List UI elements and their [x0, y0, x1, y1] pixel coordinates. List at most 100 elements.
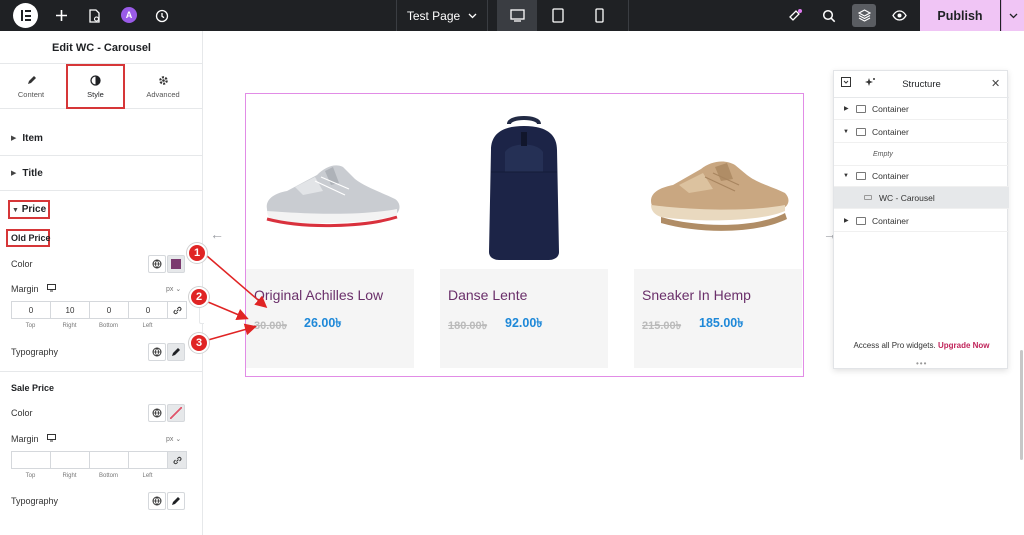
- gear-icon: [158, 75, 168, 85]
- carousel-prev-arrow-icon[interactable]: ←: [210, 226, 224, 242]
- tablet-icon[interactable]: [538, 0, 578, 31]
- product-title[interactable]: Sneaker In Hemp: [642, 287, 751, 303]
- mobile-icon[interactable]: [579, 0, 619, 31]
- ai-icon[interactable]: A: [121, 7, 137, 23]
- tab-content[interactable]: Content: [1, 64, 61, 109]
- product-title[interactable]: Danse Lente: [448, 287, 527, 303]
- no-color-icon: [170, 407, 182, 419]
- caret-right-icon: ▶: [11, 135, 17, 142]
- upgrade-now-link[interactable]: Upgrade Now: [938, 341, 990, 350]
- sale-price-color-swatch[interactable]: [167, 404, 185, 422]
- old-price-heading: Old Price: [11, 233, 51, 243]
- sale-price-typography-label: Typography: [11, 496, 59, 506]
- top-bar: A Test Page Publish: [0, 0, 1024, 31]
- margin-bottom-input[interactable]: [89, 451, 128, 469]
- tab-advanced-label: Advanced: [146, 89, 180, 99]
- section-item[interactable]: ▶ Item: [0, 121, 203, 156]
- margin-top-input[interactable]: [11, 451, 50, 469]
- product-card[interactable]: Danse Lente 180.00৳ 92.00৳: [440, 104, 608, 368]
- margin-bottom-input[interactable]: 0: [89, 301, 128, 319]
- elementor-logo-icon[interactable]: [13, 3, 38, 28]
- old-price: 30.00৳: [254, 320, 288, 332]
- section-title[interactable]: ▶ Title: [0, 156, 203, 191]
- tab-advanced[interactable]: Advanced: [133, 64, 193, 109]
- sale-price-color-label: Color: [11, 408, 33, 418]
- structure-item[interactable]: ▶ Container: [834, 210, 1009, 232]
- page-selector[interactable]: Test Page: [397, 0, 487, 31]
- drag-handle-icon[interactable]: •••: [916, 359, 927, 368]
- sneaker-tan-icon[interactable]: [634, 104, 802, 269]
- preview-icon[interactable]: [884, 0, 914, 31]
- globe-icon[interactable]: [148, 404, 166, 422]
- tab-style-label: Style: [87, 89, 104, 99]
- structure-item-selected[interactable]: WC - Carousel: [834, 187, 1009, 209]
- margin-top-input[interactable]: 0: [11, 301, 50, 319]
- section-price[interactable]: ▼ Price: [12, 204, 46, 215]
- product-card[interactable]: Sneaker In Hemp 215.00৳ 185.00৳: [634, 104, 802, 368]
- chevron-down-icon: [468, 13, 477, 18]
- sneaker-white-icon[interactable]: [246, 104, 414, 269]
- structure-title: Structure: [902, 79, 941, 90]
- structure-header: Structure ✕: [834, 71, 1009, 98]
- plus-icon[interactable]: [49, 0, 73, 31]
- backpack-icon[interactable]: [440, 104, 608, 269]
- publish-options-button[interactable]: [1001, 0, 1024, 31]
- divider: [487, 0, 488, 31]
- caret-down-icon: ▼: [12, 207, 19, 214]
- sale-price-margin-label: Margin: [11, 434, 57, 444]
- container-icon: [856, 127, 866, 136]
- globe-icon[interactable]: [148, 492, 166, 510]
- wc-carousel[interactable]: Original Achilles Low 30.00৳ 26.00৳ Dans…: [245, 93, 804, 377]
- old-price-color-label: Color: [11, 259, 33, 269]
- caret-down-icon: ▼: [843, 173, 849, 179]
- color-swatch: [171, 259, 181, 269]
- margin-left-input[interactable]: [128, 451, 167, 469]
- tab-style[interactable]: Style: [66, 64, 125, 109]
- edit-typography-icon[interactable]: [167, 492, 185, 510]
- old-price: 180.00৳: [448, 320, 488, 332]
- structure-icon[interactable]: [852, 4, 876, 27]
- contrast-icon: [90, 74, 101, 86]
- publish-button[interactable]: Publish: [920, 0, 1000, 31]
- desktop-icon[interactable]: [497, 0, 537, 31]
- margin-dim-labels: Top Right Bottom Left: [25, 473, 153, 479]
- tab-content-label: Content: [17, 89, 45, 99]
- link-icon[interactable]: [167, 301, 187, 319]
- desktop-icon: [47, 284, 57, 292]
- edit-typography-icon[interactable]: [167, 343, 185, 361]
- unit-selector[interactable]: px ⌄: [166, 285, 181, 293]
- link-icon[interactable]: [167, 451, 187, 469]
- old-price-typography-label: Typography: [11, 347, 59, 357]
- caret-down-icon: ▼: [843, 128, 849, 135]
- margin-right-input[interactable]: 10: [50, 301, 89, 319]
- sale-price: 92.00৳: [505, 316, 543, 330]
- unit-selector[interactable]: px ⌄: [166, 435, 181, 443]
- notifications-icon[interactable]: [780, 0, 810, 31]
- history-icon[interactable]: [150, 0, 174, 31]
- desktop-icon: [47, 434, 57, 442]
- structure-item[interactable]: ▼ Container: [834, 121, 1009, 143]
- caret-right-icon: ▶: [11, 170, 17, 177]
- margin-right-input[interactable]: [50, 451, 89, 469]
- structure-item[interactable]: ▶ Container: [834, 98, 1009, 120]
- empty-placeholder: Empty: [873, 151, 893, 158]
- annotation-marker-2: 2: [189, 287, 209, 307]
- page-settings-icon[interactable]: [82, 0, 106, 31]
- caret-right-icon: ▶: [844, 218, 849, 224]
- search-icon[interactable]: [814, 0, 844, 31]
- divider: [628, 0, 629, 31]
- globe-icon[interactable]: [148, 343, 166, 361]
- container-icon: [856, 216, 866, 225]
- annotation-marker-3: 3: [189, 333, 209, 353]
- structure-item[interactable]: ▼ Container: [834, 165, 1009, 187]
- margin-left-input[interactable]: 0: [128, 301, 167, 319]
- globe-icon[interactable]: [148, 255, 166, 273]
- editor-panel: Edit WC - Carousel Content Style Advance…: [0, 31, 203, 535]
- product-title[interactable]: Original Achilles Low: [254, 287, 383, 303]
- canvas-scrollbar[interactable]: [1020, 350, 1023, 460]
- page-name: Test Page: [406, 8, 461, 23]
- close-icon[interactable]: ✕: [991, 77, 1000, 90]
- section-title-label: Title: [22, 167, 43, 179]
- old-price-color-swatch[interactable]: [167, 255, 185, 273]
- product-card[interactable]: Original Achilles Low 30.00৳ 26.00৳: [246, 104, 414, 368]
